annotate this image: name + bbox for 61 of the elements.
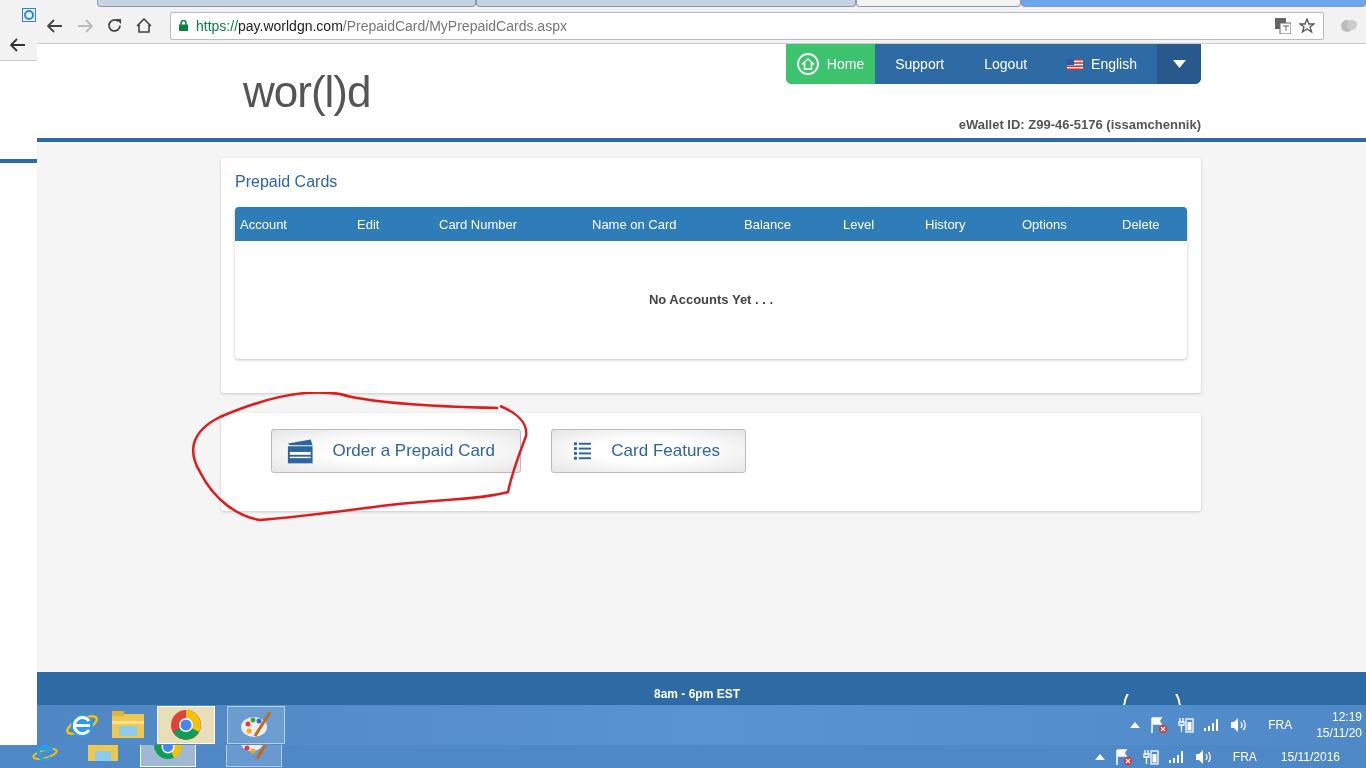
clock-time: 12:19 xyxy=(1331,710,1362,724)
browser-tab[interactable] xyxy=(476,0,856,7)
column-header: Account xyxy=(240,216,288,232)
language-link[interactable]: English xyxy=(1047,44,1157,84)
translate-icon[interactable] xyxy=(1275,17,1291,34)
speaker-icon[interactable] xyxy=(1230,718,1249,732)
back-icon[interactable] xyxy=(47,18,63,33)
taskbar-browser-button[interactable] xyxy=(140,745,196,767)
card-icon xyxy=(286,437,315,465)
clock-date: 15/11/20 xyxy=(1316,726,1362,740)
empty-message: No Accounts Yet . . . xyxy=(647,292,775,307)
nav-link[interactable]: Logout xyxy=(964,44,1048,84)
speaker-icon[interactable] xyxy=(1194,749,1213,764)
column-header: Card Number xyxy=(439,216,519,232)
home-icon xyxy=(796,53,819,75)
column-header: History xyxy=(925,216,967,232)
card-features-button[interactable]: Card Features xyxy=(551,429,746,473)
back-icon[interactable] xyxy=(10,38,26,52)
taskbar-browser-button[interactable] xyxy=(157,706,215,744)
power-icon[interactable] xyxy=(1178,717,1195,733)
browser-icon xyxy=(170,709,202,741)
list-icon xyxy=(574,442,592,460)
star-icon[interactable] xyxy=(1299,17,1315,34)
column-header: Delete xyxy=(1122,216,1161,232)
lock-icon xyxy=(179,20,188,31)
home-icon[interactable] xyxy=(136,18,152,33)
folder-icon[interactable] xyxy=(111,710,145,740)
ewallet-id: eWallet ID: Z99-46-5176 (issamchennik) xyxy=(958,117,1201,132)
palette-icon xyxy=(240,710,272,740)
browser-tab[interactable] xyxy=(97,0,477,7)
clock[interactable]: 12:19 15/11/20 xyxy=(1316,710,1362,740)
ie-icon[interactable] xyxy=(32,745,58,763)
browser-tab[interactable] xyxy=(855,0,1021,7)
flag-error-icon[interactable] xyxy=(1114,748,1133,765)
panel-title: Prepaid Cards xyxy=(235,173,339,191)
taskbar-paint-button[interactable] xyxy=(227,706,285,744)
logo[interactable]: wor(l)d xyxy=(243,64,371,119)
ie-tab-icon[interactable] xyxy=(22,8,36,22)
signal-icon[interactable] xyxy=(1204,719,1221,731)
column-header: Level xyxy=(843,216,876,232)
signal-icon[interactable] xyxy=(1168,750,1185,763)
dropdown-button[interactable] xyxy=(1157,44,1201,84)
show-hidden-icons[interactable] xyxy=(1130,722,1141,728)
caret-icon xyxy=(1172,60,1186,68)
url-text: https://pay.worldgn.com/PrepaidCard/MyPrepaidCards.aspx xyxy=(196,17,567,34)
flag-error-icon[interactable] xyxy=(1150,717,1169,733)
flag-icon xyxy=(1067,58,1084,70)
column-header: Name on Card xyxy=(592,216,678,232)
address-bar[interactable]: https://pay.worldgn.com/PrepaidCard/MyPrepaidCards.aspx xyxy=(170,11,1324,40)
input-language[interactable]: FRA xyxy=(1232,749,1257,764)
input-language[interactable]: FRA xyxy=(1268,718,1293,732)
order-card-button[interactable]: Order a Prepaid Card xyxy=(271,429,521,473)
clock-date[interactable]: 15/11/2016 xyxy=(1280,749,1340,764)
reload-icon[interactable] xyxy=(107,18,122,33)
support-hours: 8am - 6pm EST xyxy=(654,687,741,701)
column-header: Edit xyxy=(357,216,381,232)
show-hidden-icons[interactable] xyxy=(1094,753,1105,760)
power-icon[interactable] xyxy=(1142,748,1159,765)
column-header: Balance xyxy=(744,216,792,232)
column-header: Options xyxy=(1022,216,1068,232)
nav-link[interactable]: Support xyxy=(875,44,965,84)
